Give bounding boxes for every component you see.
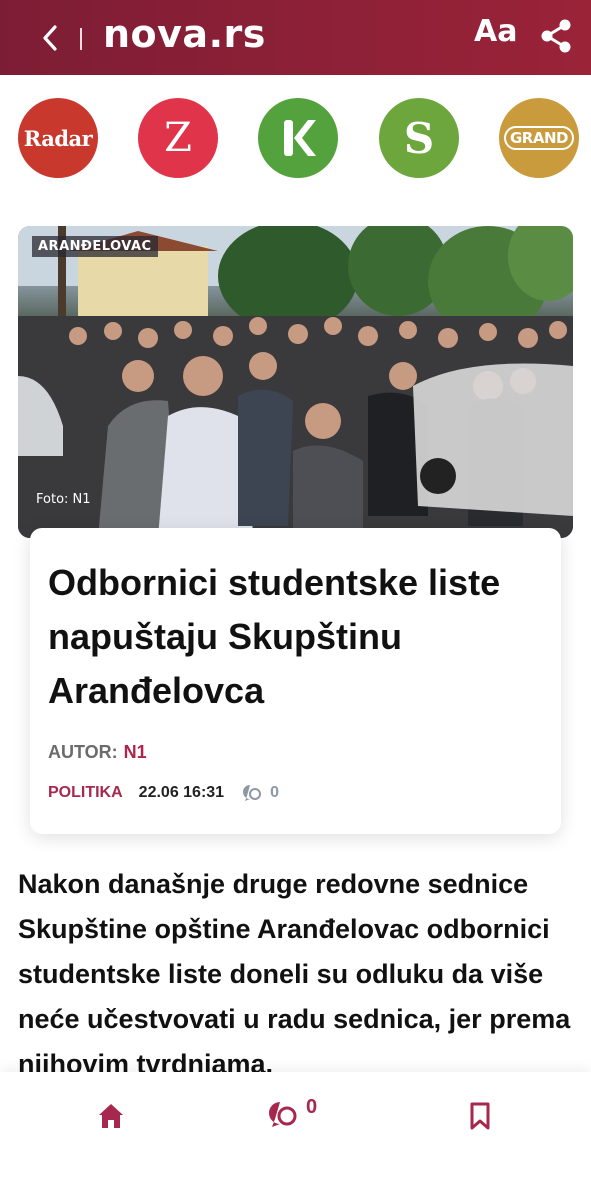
share-button[interactable]	[540, 18, 572, 54]
comments-icon	[269, 1102, 297, 1127]
channel-z[interactable]: Z	[138, 98, 218, 178]
channel-radar[interactable]: Radar	[18, 98, 98, 178]
author-line: AUTOR: N1	[48, 742, 147, 763]
back-button[interactable]	[36, 22, 64, 54]
article-hero-image[interactable]: ARANĐELOVAC Foto: N1	[18, 226, 573, 538]
bookmark-button[interactable]	[468, 1102, 492, 1134]
header-divider	[80, 28, 82, 50]
comments-count-badge: 0	[306, 1096, 318, 1118]
author-label: AUTOR:	[48, 742, 118, 762]
author-link[interactable]: N1	[124, 742, 147, 762]
k-logo-icon	[284, 120, 316, 156]
location-tag: ARANĐELOVAC	[32, 236, 158, 257]
bottom-nav: 0	[0, 1072, 591, 1200]
font-size-button[interactable]: Aa	[474, 14, 517, 49]
photo-credit: Foto: N1	[36, 492, 91, 507]
article-body: Nakon današnje druge redovne sednice Sku…	[18, 869, 571, 1079]
comments-button[interactable]: 0	[268, 1096, 317, 1128]
home-icon	[99, 1104, 123, 1128]
channel-k[interactable]	[258, 98, 338, 178]
bookmark-icon	[470, 1102, 490, 1130]
channel-s[interactable]: S	[379, 98, 459, 178]
article-meta: POLITIKA 22.06 16:31 0	[48, 784, 279, 802]
channel-label: Radar	[23, 125, 93, 151]
comments-count: 0	[270, 784, 279, 801]
article-title: Odbornici studentske liste napuštaju Sku…	[48, 562, 501, 711]
share-icon	[541, 19, 571, 53]
comments-count-link[interactable]: 0	[242, 784, 279, 802]
home-button[interactable]	[96, 1102, 126, 1134]
comments-icon	[243, 785, 262, 801]
top-bar: nova.rs Aa	[0, 0, 591, 75]
category-link[interactable]: POLITIKA	[48, 784, 123, 802]
channel-grand[interactable]: GRAND	[499, 98, 579, 178]
article-header-card: Odbornici studentske liste napuštaju Sku…	[30, 528, 561, 834]
channel-label: GRAND	[504, 126, 574, 150]
publish-date: 22.06 16:31	[138, 784, 225, 801]
channel-label: S	[403, 113, 435, 163]
chevron-left-icon	[43, 25, 57, 51]
crowd-photo	[18, 226, 573, 538]
site-logo[interactable]: nova.rs	[103, 12, 266, 56]
channel-label: Z	[164, 115, 192, 161]
channel-carousel: Radar Z S GRAND	[0, 98, 591, 180]
